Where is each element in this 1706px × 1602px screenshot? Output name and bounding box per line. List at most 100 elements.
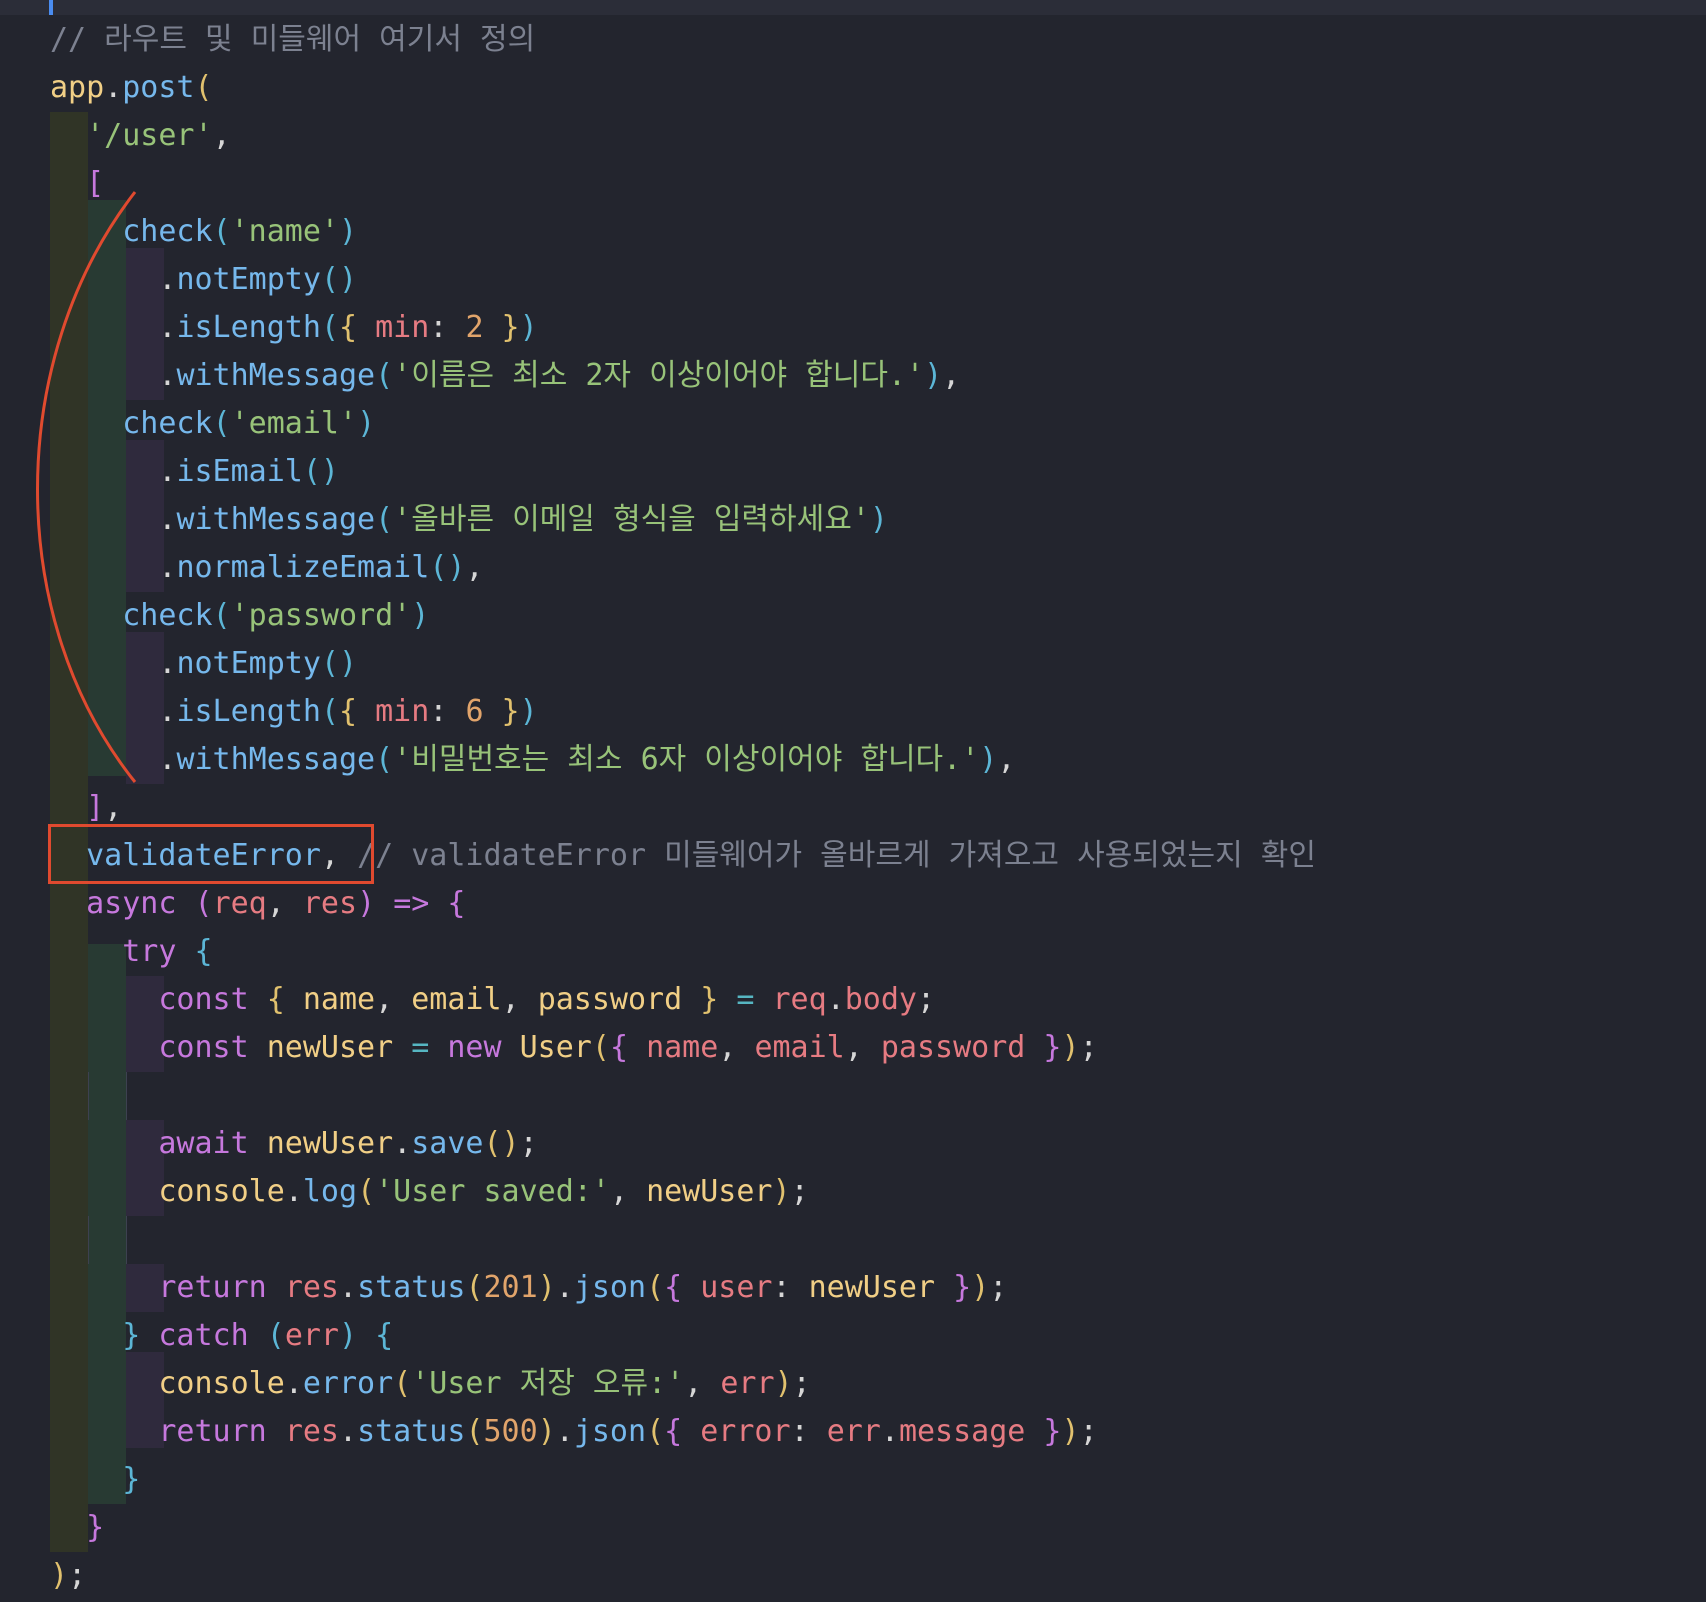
code-token: ;: [1079, 1030, 1098, 1065]
code-token: :: [429, 694, 466, 729]
code-line[interactable]: // 라우트 및 미들웨어 여기서 정의: [50, 16, 535, 64]
code-token: ): [339, 214, 358, 249]
code-token: json: [573, 1270, 647, 1305]
code-token: .: [339, 1270, 358, 1305]
code-line[interactable]: }: [50, 1456, 140, 1504]
code-token: {: [194, 934, 213, 969]
code-token: }: [682, 982, 719, 1017]
code-token: console: [158, 1366, 285, 1401]
code-token: (: [320, 310, 339, 345]
code-token: {: [609, 1030, 647, 1065]
code-token: {: [266, 982, 285, 1017]
code-line[interactable]: try {: [50, 928, 213, 976]
code-line[interactable]: check('password'): [50, 592, 429, 640]
code-token: ,: [375, 982, 412, 1017]
code-line[interactable]: async (req, res) => {: [50, 880, 465, 928]
code-token: (: [465, 1414, 484, 1449]
indent-guide-line: [88, 1072, 89, 1120]
code-token: notEmpty: [176, 646, 321, 681]
code-line[interactable]: const { name, email, password } = req.bo…: [50, 976, 935, 1024]
code-token: ): [411, 598, 430, 633]
code-token: const: [158, 1030, 249, 1065]
code-line[interactable]: .withMessage('올바른 이메일 형식을 입력하세요'): [50, 496, 888, 544]
code-line[interactable]: .isLength({ min: 2 }): [50, 304, 537, 352]
code-line[interactable]: app.post(: [50, 64, 213, 112]
code-token: }: [122, 1462, 141, 1497]
code-line[interactable]: console.log('User saved:', newUser);: [50, 1168, 808, 1216]
code-token: catch: [158, 1318, 249, 1353]
code-token: ): [1061, 1414, 1080, 1449]
code-editor[interactable]: // 라우트 및 미들웨어 여기서 정의 app.post( '/user', […: [0, 0, 1706, 1602]
code-token: user: [700, 1270, 773, 1305]
code-token: save: [411, 1126, 484, 1161]
code-line[interactable]: [: [50, 160, 104, 208]
code-token: check: [122, 598, 213, 633]
code-token: notEmpty: [176, 262, 321, 297]
code-line[interactable]: );: [50, 1552, 86, 1600]
code-token: ;: [1079, 1414, 1098, 1449]
code-token: password: [880, 1030, 1026, 1065]
code-token: // 라우트 및 미들웨어 여기서 정의: [50, 22, 536, 57]
code-line[interactable]: .normalizeEmail(),: [50, 544, 483, 592]
code-line[interactable]: check('name'): [50, 208, 357, 256]
code-token: ;: [989, 1270, 1008, 1305]
code-line[interactable]: check('email'): [50, 400, 375, 448]
code-token: 500: [483, 1414, 538, 1449]
code-token: (): [320, 646, 358, 681]
previous-line-strip: [0, 0, 1706, 15]
code-line[interactable]: .notEmpty(): [50, 256, 357, 304]
code-token: err: [826, 1414, 881, 1449]
code-line[interactable]: .isLength({ min: 6 }): [50, 688, 537, 736]
code-line[interactable]: .notEmpty(): [50, 640, 357, 688]
code-line[interactable]: const newUser = new User({ name, email, …: [50, 1024, 1098, 1072]
code-token: (: [320, 694, 339, 729]
code-line[interactable]: await newUser.save();: [50, 1120, 538, 1168]
code-token: ,: [609, 1174, 647, 1209]
code-line[interactable]: } catch (err) {: [50, 1312, 393, 1360]
code-token: ): [971, 1270, 990, 1305]
code-token: ,: [212, 118, 231, 153]
code-token: User: [519, 1030, 592, 1065]
code-token: post: [122, 70, 195, 105]
code-line[interactable]: }: [50, 1504, 104, 1552]
code-token: withMessage: [176, 502, 376, 537]
code-token: res: [302, 886, 358, 921]
code-token: // validateError 미들웨어가 올바르게 가져오고 사용되었는지 …: [357, 838, 1316, 873]
code-token: ,: [718, 1030, 755, 1065]
code-token: ,: [844, 1030, 881, 1065]
code-token: const: [158, 982, 249, 1017]
code-token: app: [50, 70, 105, 105]
code-line[interactable]: .withMessage('비밀번호는 최소 6자 이상이어야 합니다.'),: [50, 736, 1015, 784]
code-line[interactable]: .isEmail(): [50, 448, 339, 496]
code-token: ]: [86, 790, 105, 825]
code-token: req: [772, 982, 827, 1017]
code-token: error: [700, 1414, 791, 1449]
code-token: res: [284, 1414, 339, 1449]
code-token: (: [646, 1270, 665, 1305]
code-token: console: [158, 1174, 285, 1209]
code-token: isEmail: [176, 454, 303, 489]
code-token: ): [339, 1318, 358, 1353]
code-line[interactable]: return res.status(201).json({ user: newU…: [50, 1264, 1007, 1312]
code-line[interactable]: console.error('User 저장 오류:', err);: [50, 1360, 810, 1408]
code-token: .: [50, 262, 177, 297]
code-line[interactable]: '/user',: [50, 112, 231, 160]
code-token: .: [50, 454, 177, 489]
code-token: [: [86, 166, 105, 201]
code-token: ;: [519, 1126, 538, 1161]
code-line[interactable]: .withMessage('이름은 최소 2자 이상이어야 합니다.'),: [50, 352, 960, 400]
code-token: normalizeEmail: [176, 550, 430, 585]
code-token: .: [50, 742, 177, 777]
code-token: 6: [465, 694, 484, 729]
code-token: }: [935, 1270, 972, 1305]
code-token: .: [284, 1174, 303, 1209]
code-line[interactable]: return res.status(500).json({ error: err…: [50, 1408, 1098, 1456]
code-token: 'password': [230, 598, 412, 633]
